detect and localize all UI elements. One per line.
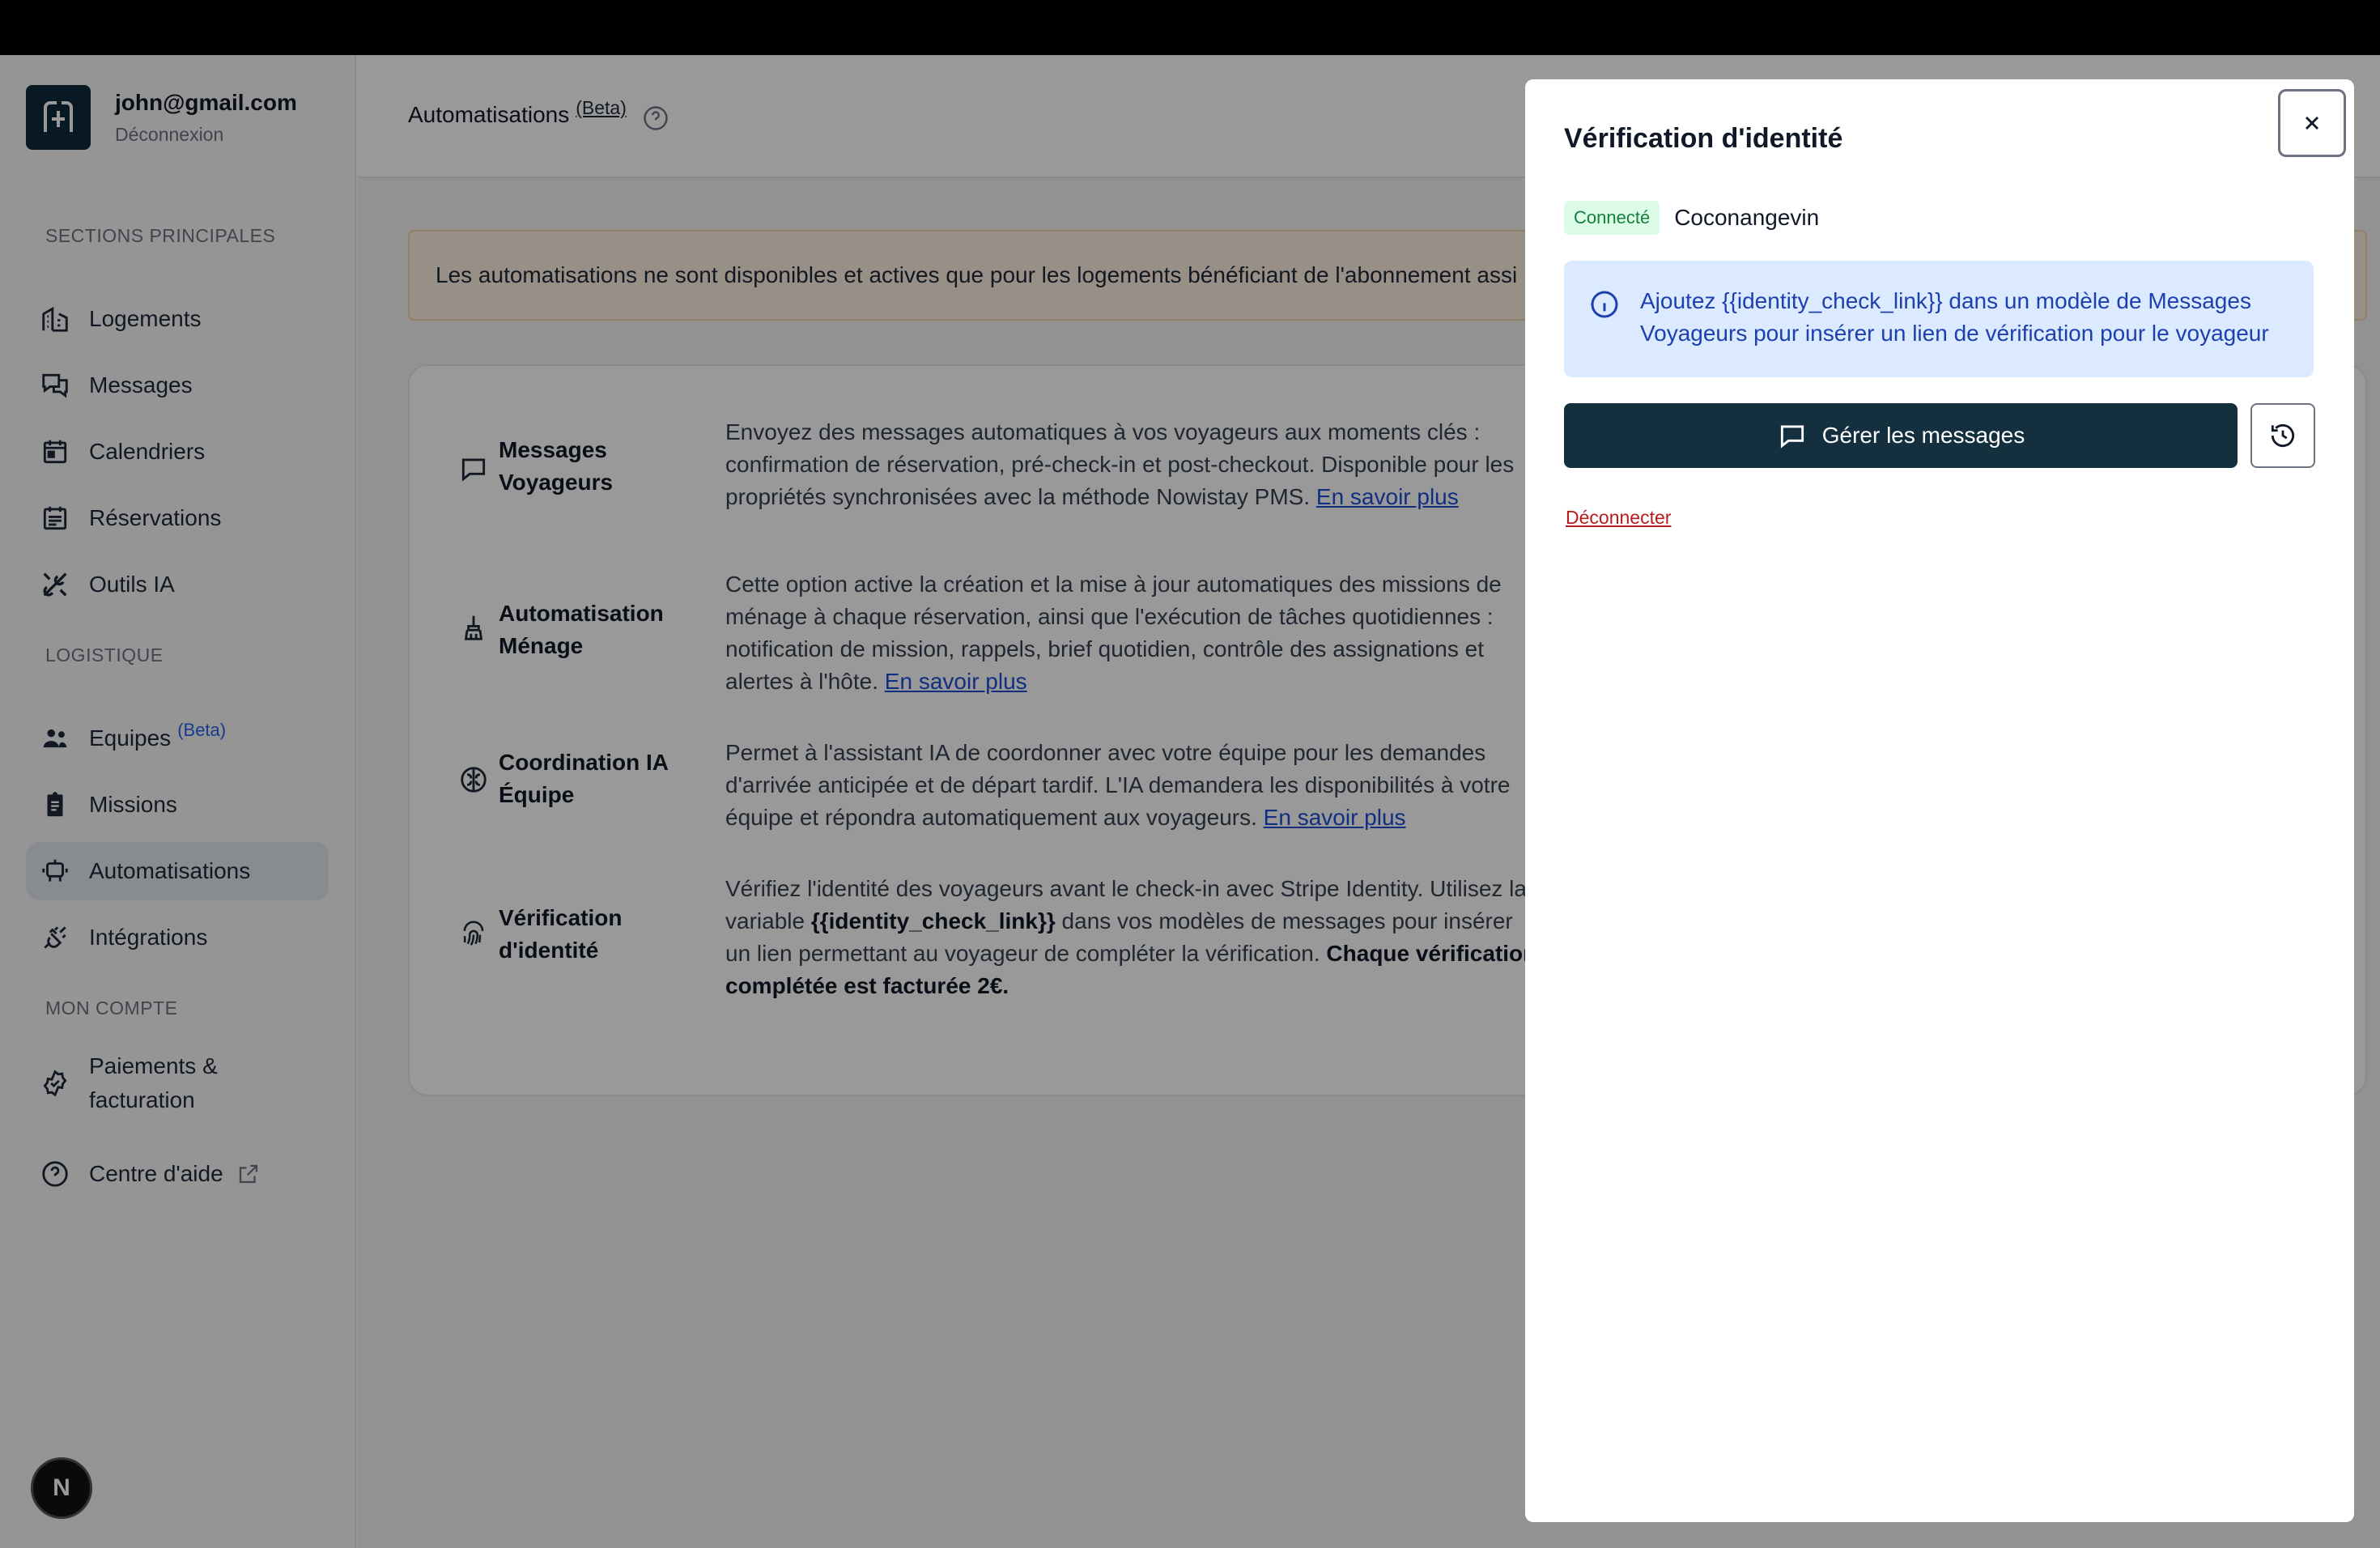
connection-status: Connecté Coconangevin (1564, 201, 1819, 235)
manage-messages-label: Gérer les messages (1821, 423, 2025, 448)
disconnect-link[interactable]: Déconnecter (1566, 507, 1671, 529)
top-black-bar (0, 0, 2380, 55)
history-button[interactable] (2250, 403, 2315, 468)
info-box: Ajoutez {{identity_check_link}} dans un … (1564, 261, 2314, 377)
manage-messages-button[interactable]: Gérer les messages (1564, 403, 2238, 468)
info-icon (1588, 288, 1621, 330)
history-icon (2267, 420, 2298, 451)
identity-verification-drawer: Vérification d'identité Connecté Coconan… (1525, 79, 2354, 1522)
close-icon (2301, 112, 2323, 134)
app: john@gmail.com Déconnexion SECTIONS PRIN… (0, 55, 2380, 1548)
info-text: Ajoutez {{identity_check_link}} dans un … (1640, 288, 2269, 346)
account-name: Coconangevin (1674, 205, 1820, 230)
close-button[interactable] (2278, 89, 2346, 157)
status-badge: Connecté (1564, 201, 1660, 235)
chat-icon (1777, 420, 1808, 451)
drawer-title: Vérification d'identité (1564, 123, 1843, 154)
